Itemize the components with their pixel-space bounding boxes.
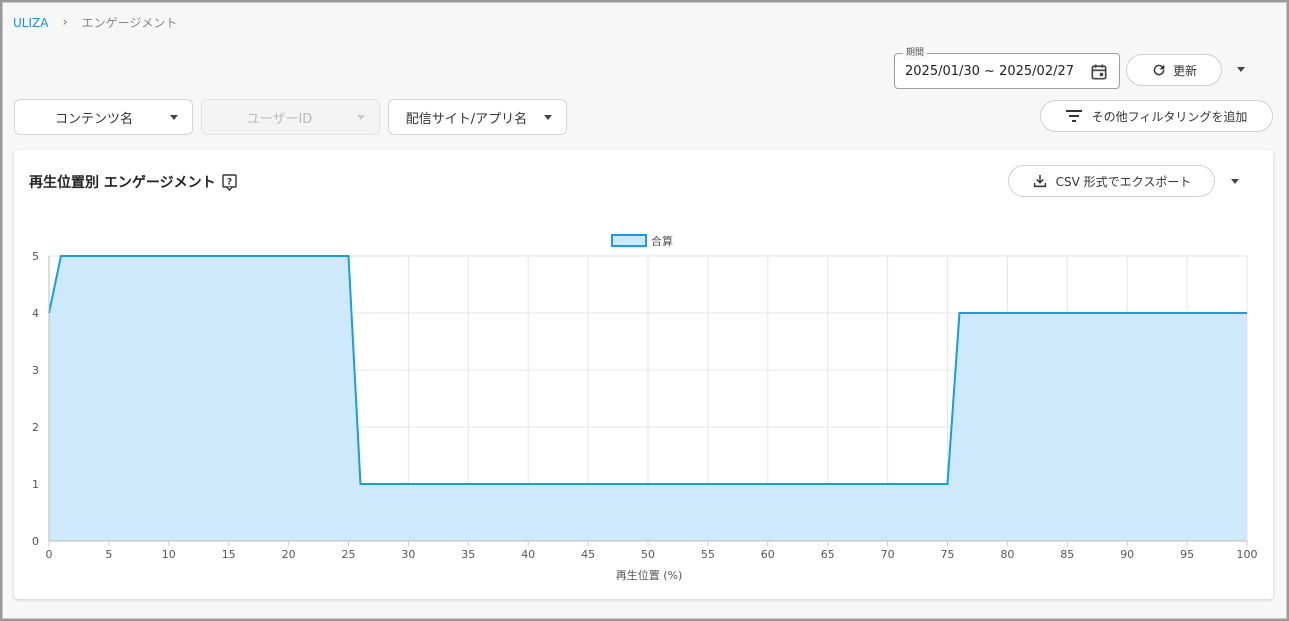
user-id-filter: ユーザーID — [201, 99, 380, 135]
x-tick-label: 55 — [701, 548, 715, 561]
breadcrumb-root-link[interactable]: ULIZA — [13, 16, 48, 30]
x-tick-label: 15 — [222, 548, 236, 561]
x-tick-label: 70 — [881, 548, 895, 561]
content-name-filter[interactable]: コンテンツ名 — [14, 99, 193, 135]
x-tick-label: 0 — [46, 548, 53, 561]
refresh-label: 更新 — [1172, 63, 1197, 78]
site-app-filter-label: 配信サイト/アプリ名 — [405, 111, 528, 127]
app-window: ULIZA › エンゲージメント 期間 2025/01/30 ~ 2025/02… — [2, 2, 1287, 619]
user-id-filter-label: ユーザーID — [246, 111, 313, 127]
site-app-filter[interactable]: 配信サイト/アプリ名 — [388, 99, 567, 135]
x-tick-label: 95 — [1180, 548, 1194, 561]
y-tick-label: 3 — [32, 364, 39, 377]
x-tick-label: 85 — [1060, 548, 1074, 561]
chevron-down-icon — [170, 114, 178, 120]
add-filter-button[interactable]: その他フィルタリングを追加 — [1040, 100, 1273, 132]
x-tick-label: 90 — [1120, 548, 1134, 561]
x-tick-label: 75 — [941, 548, 955, 561]
x-tick-label: 50 — [641, 548, 655, 561]
x-tick-label: 65 — [821, 548, 835, 561]
x-tick-label: 5 — [105, 548, 112, 561]
refresh-button[interactable]: 更新 — [1126, 54, 1222, 86]
x-tick-label: 25 — [342, 548, 356, 561]
x-tick-label: 30 — [401, 548, 415, 561]
legend-label: 合算 — [651, 234, 673, 248]
legend-swatch — [611, 234, 647, 247]
x-tick-label: 20 — [282, 548, 296, 561]
engagement-area-chart: 0 5 10 15 20 25 30 35 40 45 50 55 60 65 70 75 80 85 90 95 10… — [32, 234, 1258, 582]
breadcrumb: ULIZA › エンゲージメント — [13, 14, 177, 31]
chevron-down-icon — [357, 114, 365, 120]
x-tick-label: 10 — [162, 548, 176, 561]
y-tick-label: 5 — [32, 250, 39, 263]
breadcrumb-separator: › — [62, 15, 68, 30]
period-value: 2025/01/30 ~ 2025/02/27 — [905, 64, 1075, 79]
add-filter-label: その他フィルタリングを追加 — [1091, 109, 1248, 124]
x-tick-label: 100 — [1237, 548, 1258, 561]
x-tick-label: 40 — [521, 548, 535, 561]
calendar-icon[interactable] — [1089, 62, 1109, 82]
refresh-icon — [1153, 64, 1165, 76]
y-tick-label: 1 — [32, 478, 39, 491]
engagement-card: 再生位置別 エンゲージメント ? CSV 形式でエクスポート 0 5 10 15 20 2… — [14, 150, 1273, 599]
x-axis-title: 再生位置 (%) — [616, 568, 683, 582]
refresh-options-chevron-down-icon[interactable] — [1237, 67, 1245, 72]
x-tick-label: 45 — [581, 548, 595, 561]
period-date-range-field[interactable]: 期間 2025/01/30 ~ 2025/02/27 — [894, 46, 1120, 89]
filter-list-icon — [1065, 110, 1082, 122]
x-tick-label: 35 — [461, 548, 475, 561]
y-tick-label: 2 — [32, 421, 39, 434]
period-label: 期間 — [903, 46, 928, 60]
breadcrumb-current: エンゲージメント — [81, 16, 178, 30]
chevron-down-icon — [544, 114, 552, 120]
x-tick-label: 80 — [1000, 548, 1014, 561]
content-name-filter-label: コンテンツ名 — [55, 111, 134, 127]
y-tick-label: 4 — [32, 307, 39, 320]
x-tick-label: 60 — [761, 548, 775, 561]
y-tick-label: 0 — [32, 535, 39, 548]
